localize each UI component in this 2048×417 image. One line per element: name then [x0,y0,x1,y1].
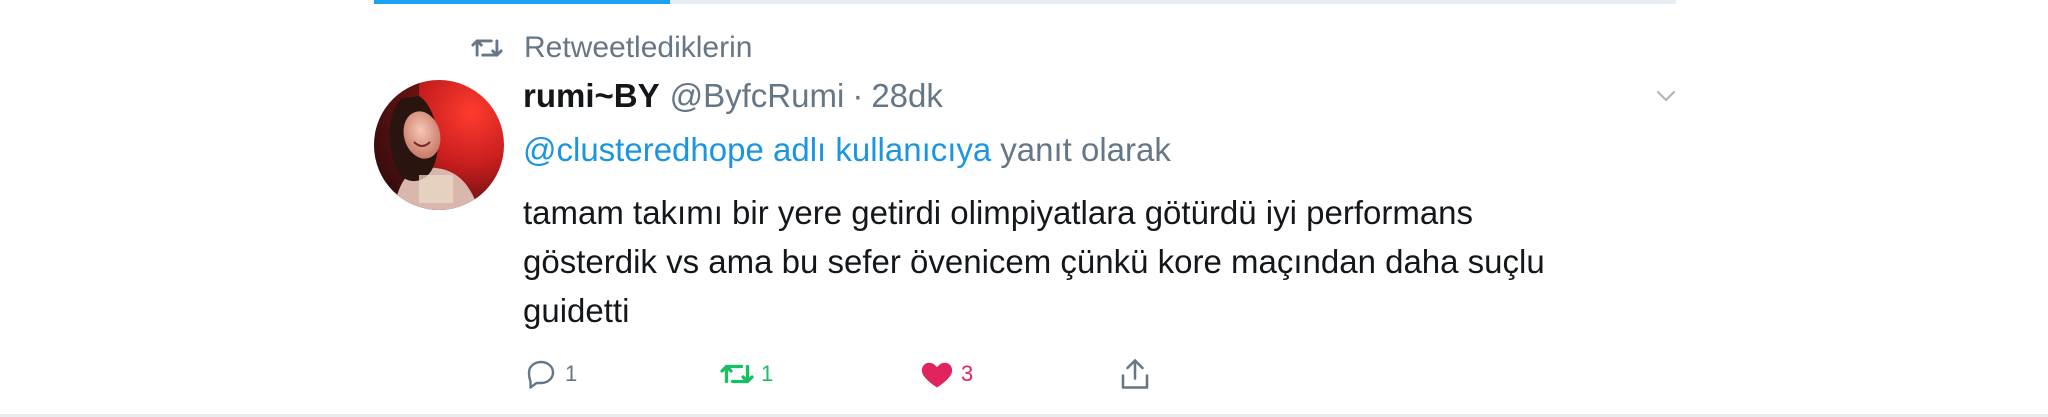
share-icon [1117,356,1153,392]
reply-icon [523,356,559,392]
avatar[interactable] [374,80,504,210]
tweet-text-line: guidetti [523,292,630,329]
tweet-text-line: gösterdik vs ama bu sefer övenicem çünkü… [523,243,1545,280]
separator-dot: · [852,77,864,114]
retweet-context: Retweetlediklerin [470,26,752,70]
retweet-context-label: Retweetlediklerin [524,31,753,64]
retweet-icon [470,31,504,65]
reply-context: @clusteredhope adlı kullanıcıya yanıt ol… [523,124,1171,176]
reply-count: 1 [565,361,578,386]
retweet-button[interactable]: 1 [719,352,773,396]
timestamp[interactable]: 28dk [871,77,943,115]
tweet-header: rumi~BY @ByfcRumi · 28dk [523,70,943,122]
like-button[interactable]: 3 [919,352,973,396]
tweet[interactable]: Retweetlediklerin rumi~BY @ByfcRumi · 28… [0,0,2048,414]
retweet-count: 1 [761,361,774,386]
reply-suffix: yanıt olarak [1000,131,1171,168]
share-button[interactable] [1117,352,1159,396]
like-count: 3 [961,361,974,386]
retweet-icon [719,356,755,392]
tweet-text-line: tamam takımı bir yere getirdi olimpiyatl… [523,194,1474,231]
heart-icon [919,356,955,392]
reply-button[interactable]: 1 [523,352,577,396]
display-name[interactable]: rumi~BY [523,77,660,115]
user-handle[interactable]: @ByfcRumi [670,77,845,115]
reply-mention-link[interactable]: @clusteredhope adlı kullanıcıya [523,131,991,169]
chevron-down-icon[interactable] [1650,80,1682,112]
tweet-text: tamam takımı bir yere getirdi olimpiyatl… [523,188,1673,335]
